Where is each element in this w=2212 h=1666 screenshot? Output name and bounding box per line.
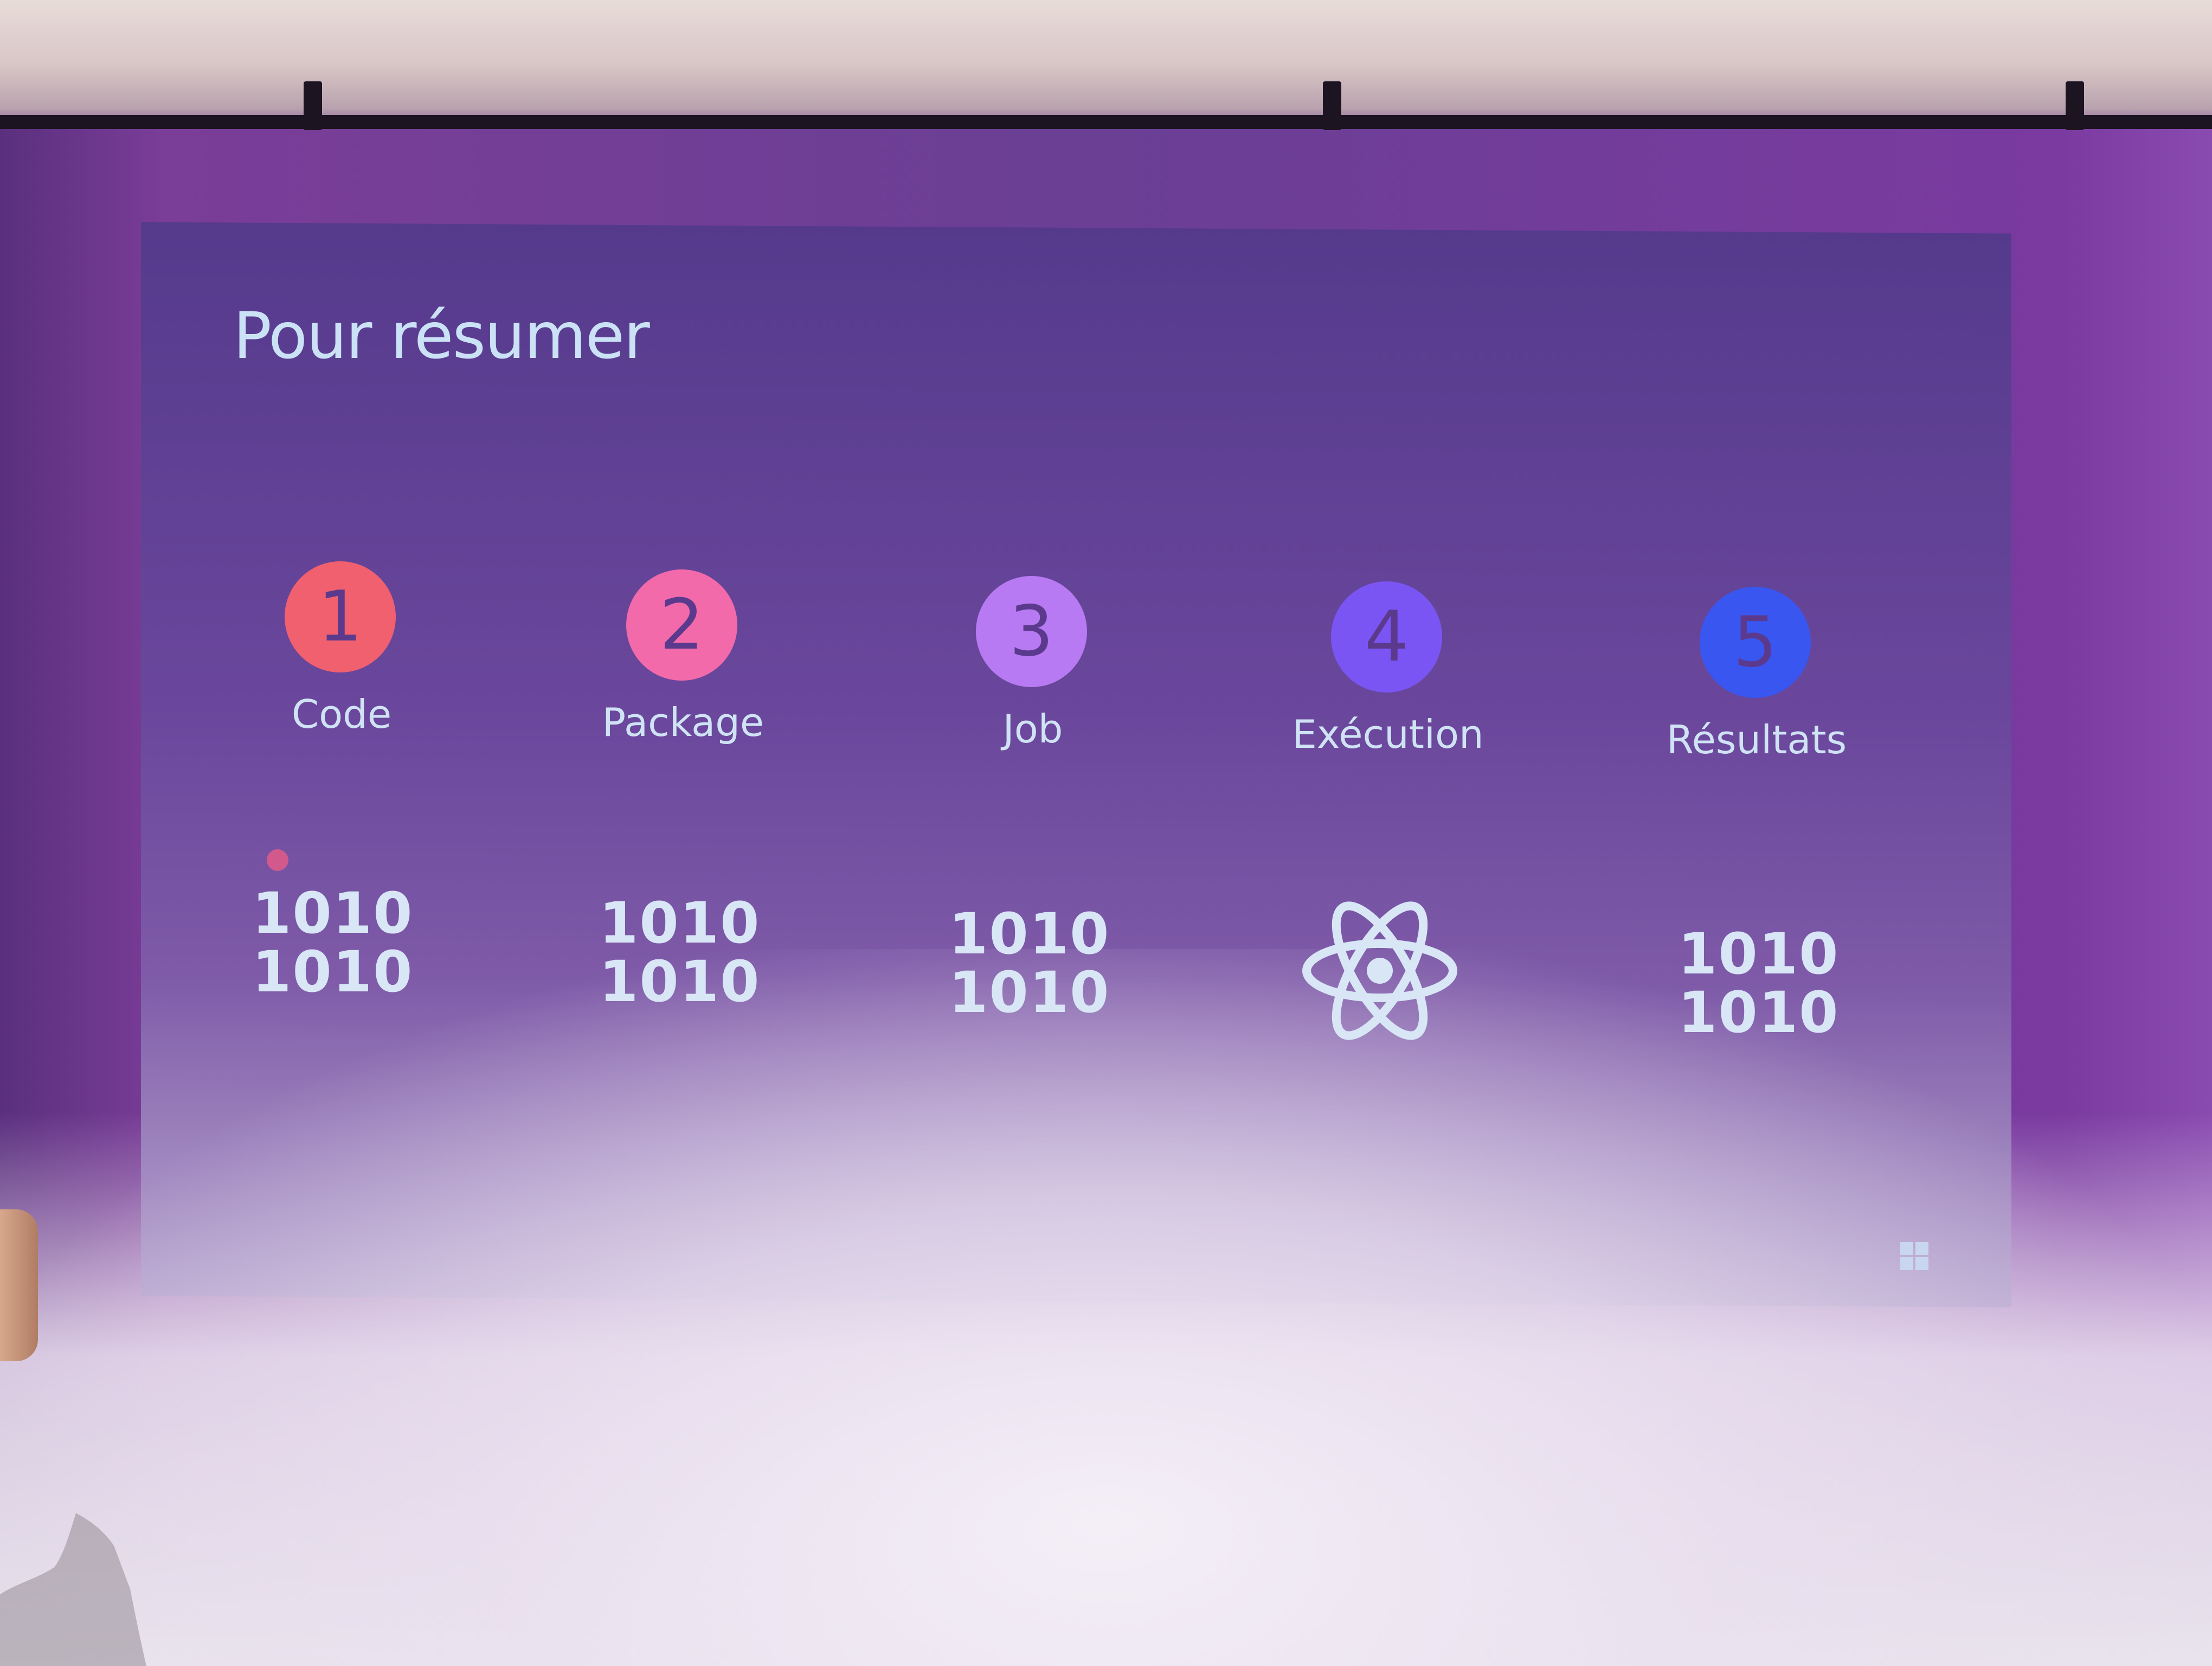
step-number-badge: 1 xyxy=(285,561,396,672)
binary-line: 1010 xyxy=(1678,979,1840,1046)
step-results: 5 Résultats xyxy=(1643,587,1870,804)
step-number-badge: 4 xyxy=(1331,581,1442,693)
audience-hand-silhouette xyxy=(0,1513,146,1666)
windows-logo-icon xyxy=(1900,1242,1928,1270)
step-job: 3 Job xyxy=(919,576,1147,793)
atom-icon xyxy=(1302,901,1457,1040)
speaker-arm xyxy=(0,1209,38,1361)
step-label: Package xyxy=(602,700,764,745)
binary-line: 1010 xyxy=(599,949,761,1015)
slide-title: Pour résumer xyxy=(233,298,650,373)
step-package: 2 Package xyxy=(569,569,797,786)
step-label: Job xyxy=(1002,706,1063,752)
step-number-badge: 2 xyxy=(626,569,737,681)
projector-rail xyxy=(0,115,2212,129)
binary-line: 1010 xyxy=(949,959,1110,1026)
light-haze xyxy=(0,949,2212,1666)
binary-line: 1010 xyxy=(1678,921,1840,987)
step-code: 1 Code xyxy=(228,561,455,778)
step-label: Résultats xyxy=(1666,717,1847,762)
binary-icon: 1010 1010 xyxy=(949,901,1110,1026)
step-number-badge: 3 xyxy=(976,576,1087,687)
binary-line: 1010 xyxy=(949,901,1110,967)
binary-icon: 1010 1010 xyxy=(252,880,414,1005)
step-label: Code xyxy=(291,691,392,737)
rail-clip xyxy=(1323,81,1341,130)
laser-pointer-dot xyxy=(267,849,288,871)
rail-clip xyxy=(2066,81,2084,130)
binary-icon: 1010 1010 xyxy=(1678,921,1840,1046)
step-label: Exécution xyxy=(1292,712,1484,757)
binary-line: 1010 xyxy=(599,890,761,956)
binary-line: 1010 xyxy=(252,939,414,1005)
binary-icon: 1010 1010 xyxy=(599,890,761,1015)
step-execution: 4 Exécution xyxy=(1274,581,1502,798)
binary-line: 1010 xyxy=(252,880,414,946)
rail-clip xyxy=(304,81,322,130)
step-number-badge: 5 xyxy=(1700,587,1811,698)
ceiling xyxy=(0,0,2212,125)
